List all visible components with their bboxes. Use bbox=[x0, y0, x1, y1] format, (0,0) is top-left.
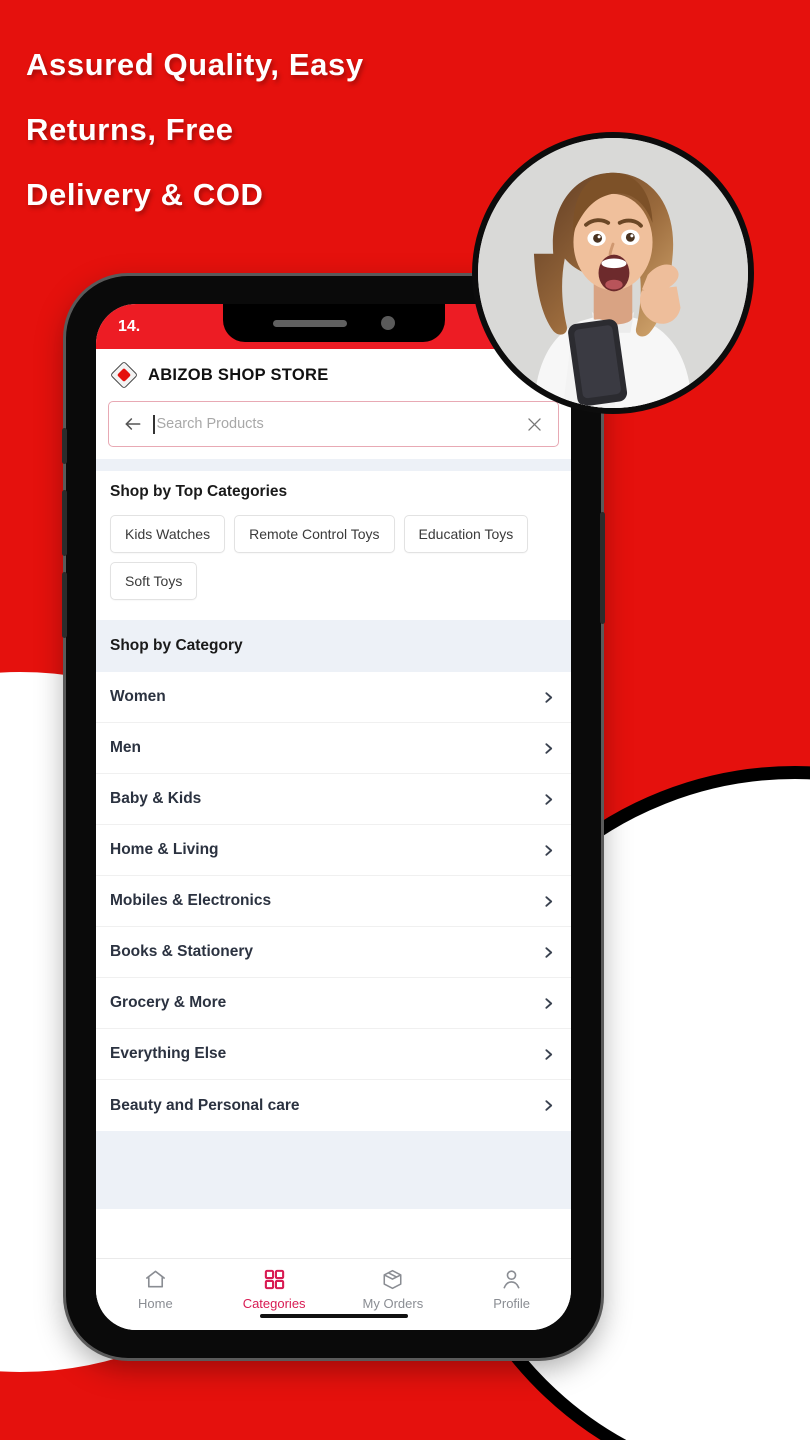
category-label: Mobiles & Electronics bbox=[110, 892, 272, 909]
chevron-right-icon bbox=[545, 997, 553, 1009]
list-bottom-spacer bbox=[96, 1131, 571, 1209]
diamond-logo-icon bbox=[109, 360, 139, 390]
category-label: Books & Stationery bbox=[110, 943, 253, 960]
phone-screen: 14. + ABIZOB SHOP STORE bbox=[96, 304, 571, 1330]
nav-label: Profile bbox=[493, 1296, 531, 1311]
app-title: ABIZOB SHOP STORE bbox=[148, 365, 329, 384]
category-label: Baby & Kids bbox=[110, 790, 202, 807]
category-label: Beauty and Personal care bbox=[110, 1096, 300, 1114]
speaker-grille-icon bbox=[272, 319, 347, 327]
category-label: Women bbox=[110, 688, 166, 705]
search-bar[interactable]: Search Products bbox=[108, 401, 559, 447]
chevron-right-icon bbox=[545, 895, 553, 907]
chevron-right-icon bbox=[545, 691, 553, 703]
volume-down-button[interactable] bbox=[62, 572, 67, 638]
category-row-men[interactable]: Men bbox=[96, 723, 571, 774]
chevron-right-icon bbox=[545, 793, 553, 805]
category-row-grocery-more[interactable]: Grocery & More bbox=[96, 978, 571, 1029]
category-row-beauty-personal-care[interactable]: Beauty and Personal care bbox=[96, 1080, 571, 1131]
search-input[interactable]: Search Products bbox=[153, 414, 515, 434]
category-row-books-stationery[interactable]: Books & Stationery bbox=[96, 927, 571, 978]
nav-item-profile[interactable]: Profile bbox=[452, 1268, 571, 1311]
top-categories-chip-row: Kids Watches Remote Control Toys Educati… bbox=[110, 515, 557, 600]
home-indicator bbox=[259, 1314, 408, 1318]
category-row-women[interactable]: Women bbox=[96, 672, 571, 723]
top-category-chip[interactable]: Remote Control Toys bbox=[234, 515, 395, 553]
headline-line-1: Assured Quality, Easy bbox=[26, 47, 364, 82]
nav-label: Home bbox=[138, 1296, 173, 1311]
power-button[interactable] bbox=[600, 512, 605, 624]
nav-item-categories[interactable]: Categories bbox=[215, 1268, 334, 1311]
headline-line-3: Delivery & COD bbox=[26, 177, 264, 212]
bottom-navigation-bar: Home Categories My Orders Profile bbox=[96, 1258, 571, 1330]
top-category-chip[interactable]: Kids Watches bbox=[110, 515, 226, 553]
section-divider bbox=[96, 459, 571, 471]
front-camera-icon bbox=[380, 316, 395, 330]
top-categories-section: Shop by Top Categories Kids Watches Remo… bbox=[96, 471, 571, 620]
nav-item-my-orders[interactable]: My Orders bbox=[334, 1268, 453, 1311]
category-row-everything-else[interactable]: Everything Else bbox=[96, 1029, 571, 1080]
chevron-right-icon bbox=[545, 1100, 553, 1111]
home-icon bbox=[145, 1270, 165, 1288]
nav-item-home[interactable]: Home bbox=[96, 1268, 215, 1311]
category-row-home-living[interactable]: Home & Living bbox=[96, 825, 571, 876]
text-caret bbox=[153, 414, 155, 434]
phone-notch bbox=[222, 304, 445, 342]
arrow-left-icon[interactable] bbox=[123, 414, 143, 434]
person-icon bbox=[503, 1270, 520, 1289]
chevron-right-icon bbox=[545, 1048, 553, 1060]
search-bar-container: Search Products bbox=[96, 401, 571, 459]
chevron-right-icon bbox=[545, 946, 553, 958]
status-bar-time: 14. bbox=[118, 317, 141, 335]
hero-photo-avatar bbox=[472, 132, 754, 414]
category-label: Everything Else bbox=[110, 1045, 227, 1062]
volume-up-button[interactable] bbox=[62, 490, 67, 556]
top-categories-title: Shop by Top Categories bbox=[110, 483, 288, 500]
shop-by-category-title: Shop by Category bbox=[110, 637, 243, 654]
close-x-icon[interactable] bbox=[525, 415, 544, 434]
phone-mockup: 14. + ABIZOB SHOP STORE bbox=[62, 276, 605, 1358]
chevron-right-icon bbox=[545, 742, 553, 754]
grid-icon bbox=[264, 1269, 284, 1290]
category-label: Men bbox=[110, 739, 141, 756]
category-row-baby-kids[interactable]: Baby & Kids bbox=[96, 774, 571, 825]
search-placeholder: Search Products bbox=[156, 416, 264, 432]
nav-label: Categories bbox=[242, 1296, 306, 1311]
top-category-chip[interactable]: Soft Toys bbox=[110, 562, 198, 600]
top-category-chip[interactable]: Education Toys bbox=[403, 515, 529, 553]
chevron-right-icon bbox=[545, 844, 553, 856]
headline-line-2: Returns, Free bbox=[26, 112, 234, 147]
category-label: Home & Living bbox=[110, 841, 219, 858]
silent-switch-button[interactable] bbox=[62, 428, 67, 464]
nav-label: My Orders bbox=[362, 1296, 424, 1311]
category-row-mobiles-electronics[interactable]: Mobiles & Electronics bbox=[96, 876, 571, 927]
box-icon bbox=[383, 1269, 402, 1290]
category-list: Women Men Baby & Kids Home & Living Mobi… bbox=[96, 672, 571, 1131]
category-label: Grocery & More bbox=[110, 994, 227, 1011]
promo-headline: Assured Quality, Easy Returns, Free Deli… bbox=[26, 32, 496, 227]
shop-by-category-header: Shop by Category bbox=[96, 620, 571, 672]
